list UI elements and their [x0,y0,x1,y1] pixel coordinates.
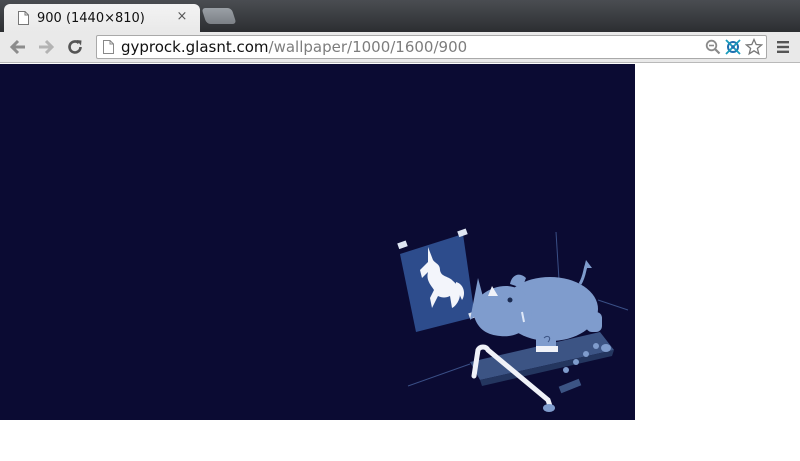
unicorn-poster [397,228,479,332]
url-text[interactable]: gyprock.glasnt.com/wallpaper/1000/1600/9… [121,38,467,56]
new-tab-button[interactable] [201,8,237,24]
tab-strip: 900 (1440×810) × [0,0,800,32]
page-icon [18,11,29,25]
back-arrow-icon[interactable] [6,36,30,58]
hamburger-menu-icon[interactable] [774,38,792,56]
url-path: /wallpaper/1000/1600/900 [268,38,468,56]
page-icon [103,40,114,54]
reload-icon[interactable] [63,36,87,58]
forward-arrow-icon[interactable] [34,36,58,58]
rhino-treadmill-illustration [397,228,629,412]
extension-icon[interactable] [724,38,742,56]
magnifier-icon[interactable] [704,38,722,56]
tab-close-icon[interactable]: × [174,9,190,25]
star-icon[interactable] [745,38,763,56]
toolbar: gyprock.glasnt.com/wallpaper/1000/1600/9… [0,32,800,63]
url-host: gyprock.glasnt.com [121,38,269,56]
tab-title: 900 (1440×810) [37,10,145,26]
browser-tab[interactable]: 900 (1440×810) × [4,4,200,32]
wallpaper-image [0,64,635,420]
address-bar[interactable]: gyprock.glasnt.com/wallpaper/1000/1600/9… [96,35,767,59]
